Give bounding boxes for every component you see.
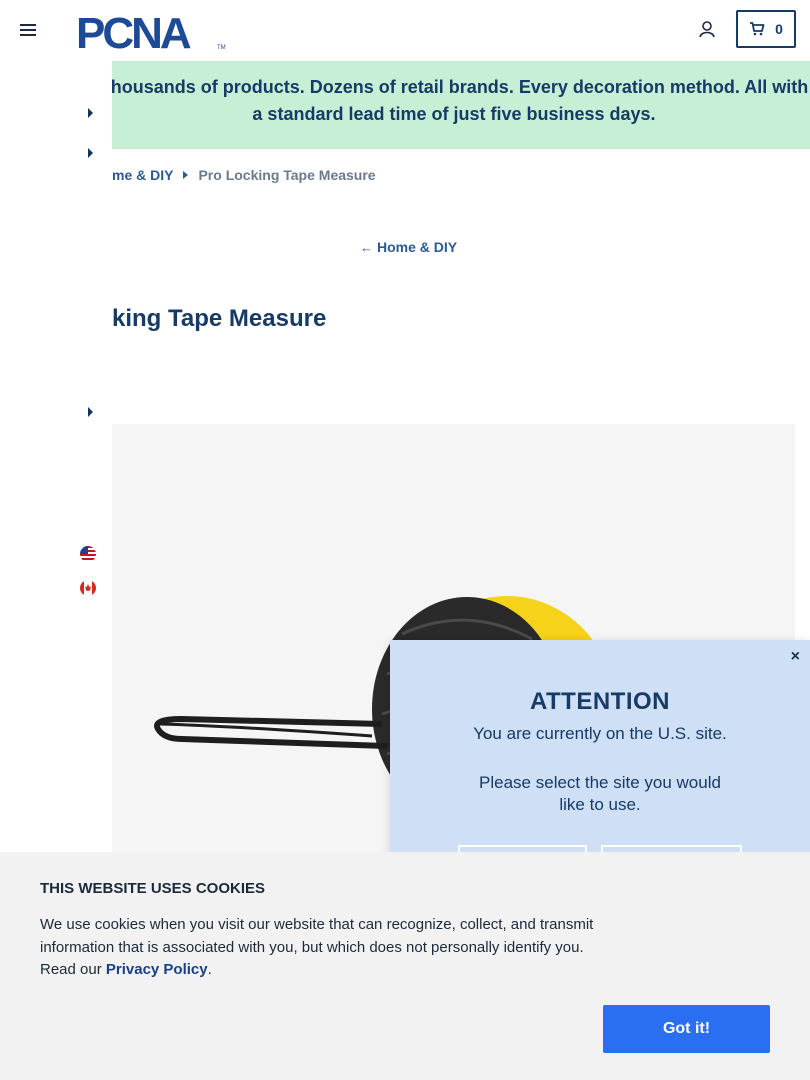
- back-link-label: Home & DIY: [377, 239, 458, 255]
- cookie-text: We use cookies when you visit our websit…: [40, 914, 610, 982]
- close-icon[interactable]: ×: [791, 648, 800, 666]
- page-title: king Tape Measure: [112, 305, 327, 332]
- back-to-category-link[interactable]: ← Home & DIY: [360, 239, 457, 255]
- side-menu: [0, 61, 112, 851]
- breadcrumb: me & DIY Pro Locking Tape Measure: [112, 167, 376, 183]
- chevron-right-icon[interactable]: [88, 407, 93, 417]
- svg-text:PCNA: PCNA: [76, 10, 191, 52]
- breadcrumb-link-home-diy[interactable]: me & DIY: [112, 167, 173, 183]
- hamburger-menu-icon[interactable]: [20, 22, 36, 38]
- promo-banner: Thousands of products. Dozens of retail …: [0, 61, 810, 149]
- cookie-banner: THIS WEBSITE USES COOKIES We use cookies…: [0, 852, 810, 1080]
- cookie-title: THIS WEBSITE USES COOKIES: [40, 880, 266, 897]
- cart-icon: [750, 22, 765, 36]
- cart-button[interactable]: 0: [736, 10, 796, 48]
- breadcrumb-separator-icon: [183, 171, 189, 179]
- breadcrumb-current: Pro Locking Tape Measure: [198, 167, 376, 183]
- chevron-right-icon[interactable]: [88, 108, 93, 118]
- privacy-policy-link[interactable]: Privacy Policy: [106, 961, 208, 978]
- cookie-text-end: .: [207, 961, 212, 978]
- canada-flag-icon[interactable]: [80, 580, 96, 596]
- modal-instruction-text: Please select the site you would like to…: [479, 773, 721, 814]
- chevron-right-icon[interactable]: [88, 148, 93, 158]
- svg-text:TM: TM: [217, 45, 226, 51]
- site-header: PCNA TM 0: [0, 0, 810, 61]
- modal-current-site-text: You are currently on the U.S. site.: [473, 724, 727, 743]
- pcna-logo[interactable]: PCNA TM: [76, 9, 226, 58]
- modal-title: ATTENTION: [529, 688, 671, 715]
- us-flag-icon[interactable]: [80, 546, 96, 562]
- cart-count: 0: [775, 21, 783, 37]
- back-arrow-icon: ←: [360, 240, 373, 255]
- promo-banner-text: Thousands of products. Dozens of retail …: [99, 77, 809, 124]
- account-icon[interactable]: [699, 21, 715, 44]
- accept-cookies-button[interactable]: Got it!: [603, 1005, 770, 1053]
